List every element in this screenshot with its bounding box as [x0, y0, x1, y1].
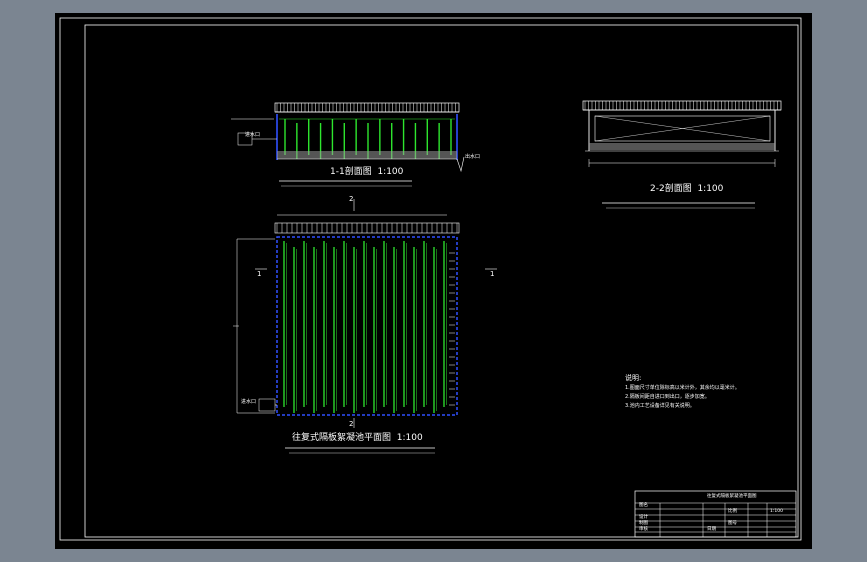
title-block-cell: 审核 [639, 527, 648, 532]
right-wall-ticks [449, 252, 455, 406]
walkway-slab [274, 102, 460, 113]
section-1-inlet-label: 进水口 [245, 132, 261, 138]
outer-frame [59, 17, 802, 541]
cut-marker-1-right: 1 [490, 270, 495, 278]
note-line: 2.隔板间距自进口到出口，逐步加宽。 [625, 394, 710, 400]
inner-frame [84, 24, 799, 538]
note-line: 3.池内工艺设备详见有关说明。 [625, 403, 695, 409]
sludge-outlet-pipe [456, 156, 465, 173]
cad-drawing [59, 17, 802, 541]
notes-block: 说明: 1.图面尺寸单位除标高以米计外，其余均以毫米计。 2.隔板间距自进口到出… [625, 375, 740, 409]
plan-title: 往复式隔板絮凝池平面图 1:100 [292, 433, 423, 443]
title-block-cell: 比例 [728, 509, 737, 514]
section-1-outlet-label: 出水口 [465, 154, 481, 160]
section-2-walkway-ticks [584, 101, 778, 110]
plan-view [233, 199, 497, 454]
cut-marker-2-top: 2 [349, 195, 354, 203]
plan-walkway-ticks [276, 223, 458, 233]
section-1-1-title: 1-1剖面图 1:100 [330, 167, 404, 177]
title-block-cell: 设计 [639, 515, 648, 520]
baffles-plan [283, 241, 447, 413]
title-block-cell: 1:100 [770, 509, 783, 514]
walkway-railing [276, 103, 456, 112]
sludge-zone [277, 151, 457, 159]
title-block-cell: 图名 [639, 503, 648, 508]
plan-inlet-box [258, 398, 276, 412]
cut-marker-2-bottom: 2 [349, 420, 354, 428]
title-block-cell: 日期 [707, 527, 716, 532]
cut-marker-1-left: 1 [257, 270, 262, 278]
section-2-sludge [589, 143, 775, 150]
drawing-sheet: 1-1剖面图 1:100 进水口 出水口 2-2剖面图 1:100 往复式隔板絮… [55, 13, 812, 549]
title-block-cell: 制图 [639, 521, 648, 526]
section-2-2-title: 2-2剖面图 1:100 [650, 184, 724, 194]
note-line: 1.图面尺寸单位除标高以米计外，其余均以毫米计。 [625, 385, 740, 391]
plan-inlet-label: 进水口 [241, 399, 257, 405]
title-block-cell: 图号 [728, 521, 737, 526]
title-block-project: 往复式隔板絮凝池平面图 [707, 494, 757, 499]
notes-heading: 说明: [625, 374, 642, 382]
